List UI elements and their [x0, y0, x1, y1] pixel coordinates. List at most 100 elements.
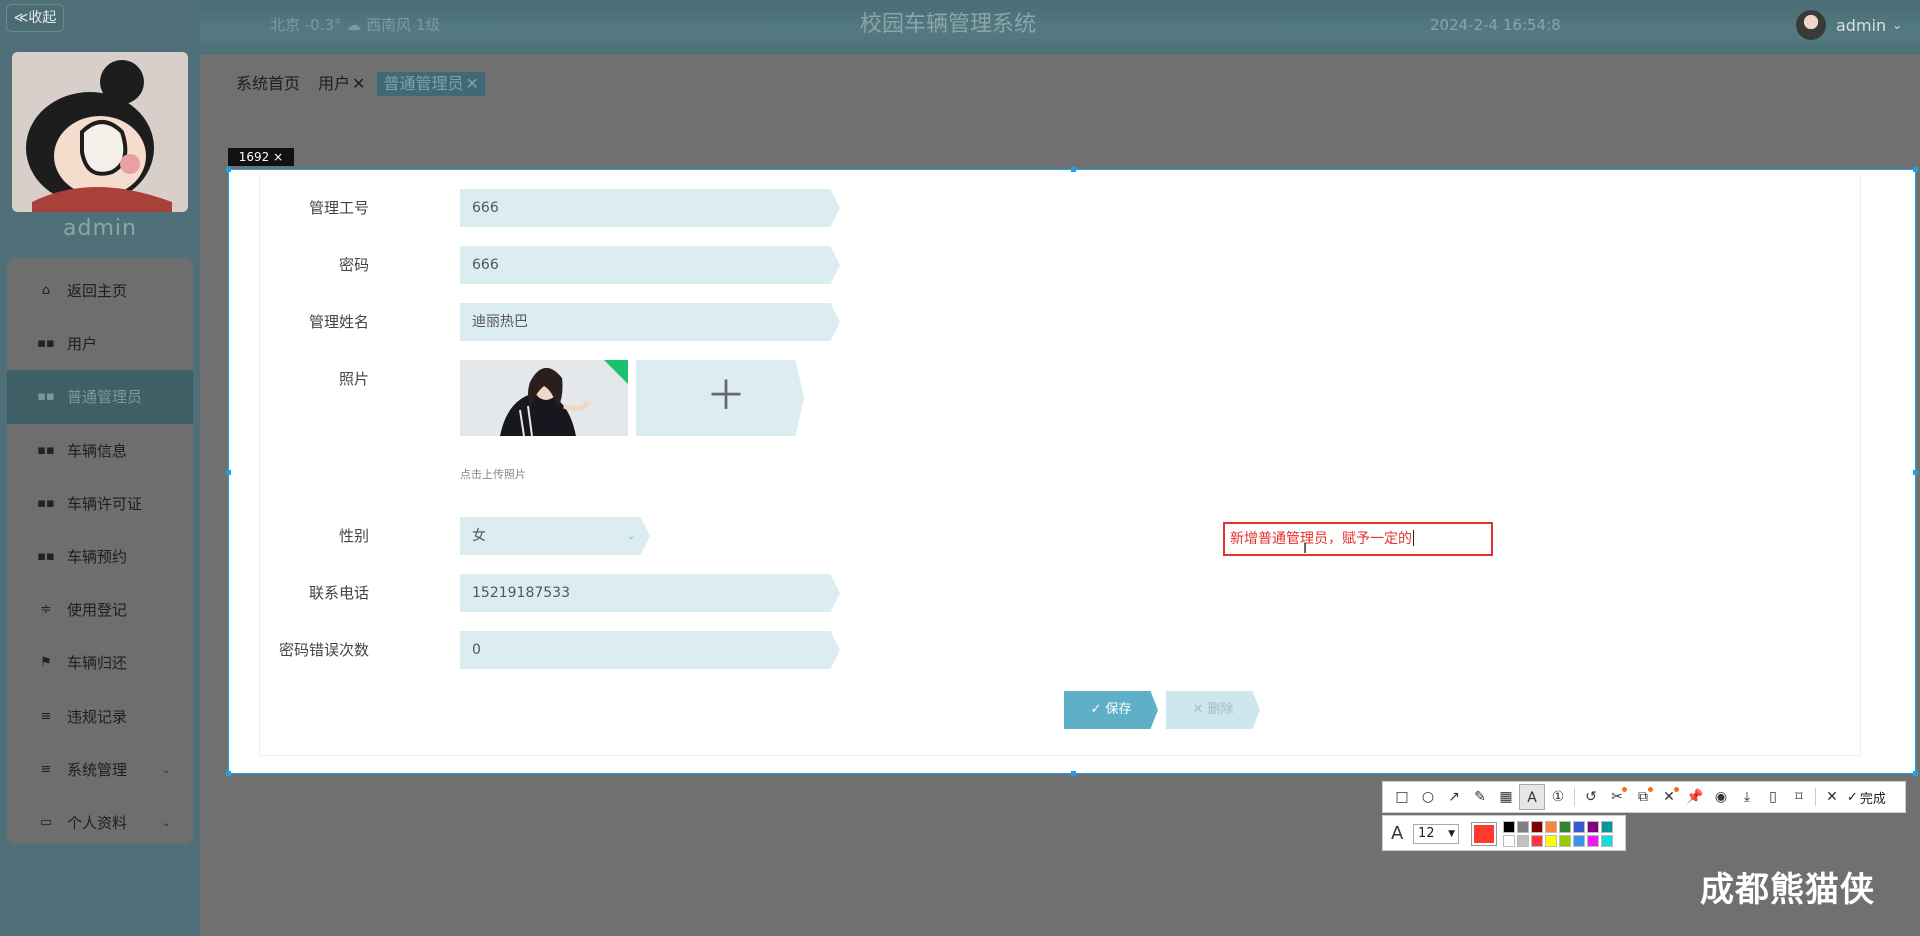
color-swatch[interactable]: [1587, 835, 1599, 847]
resize-handle[interactable]: [1913, 771, 1918, 776]
pin-icon[interactable]: 📌: [1682, 784, 1708, 810]
sidebar-item-label: 违规记录: [67, 707, 128, 726]
upload-photo-button[interactable]: ＋: [636, 360, 804, 436]
grid-icon: ▪▪: [37, 495, 55, 511]
gender-select[interactable]: 女 ⌄: [460, 517, 650, 555]
sidebar-item[interactable]: ≑ 使用登记: [7, 583, 193, 636]
save-button[interactable]: ✓ 保存: [1064, 691, 1158, 729]
bookmark-icon[interactable]: ⌑: [1786, 784, 1812, 810]
form-row-admin-no: 管理工号 666: [260, 189, 1160, 227]
font-size-select[interactable]: 12 ▼: [1413, 824, 1459, 844]
tab-label: 系统首页: [236, 74, 301, 93]
admin-no-field[interactable]: 666: [460, 189, 840, 227]
user-menu[interactable]: admin ⌄: [1796, 10, 1902, 40]
sidebar-item[interactable]: ▪▪ 车辆许可证: [7, 477, 193, 530]
color-swatch[interactable]: [1503, 821, 1515, 833]
chevron-down-icon: ⌄: [1892, 18, 1903, 32]
user-name: admin: [1836, 15, 1887, 35]
caret-down-icon: ▼: [1448, 829, 1455, 839]
color-swatch[interactable]: [1531, 835, 1543, 847]
translate-icon[interactable]: ✕: [1656, 784, 1682, 810]
mosaic-tool-icon[interactable]: ▦: [1493, 784, 1519, 810]
tab-label: 用户: [318, 74, 351, 93]
grid-icon: ▪▪: [37, 389, 55, 405]
text-caret: [1413, 530, 1414, 546]
upload-hint: 点击上传照片: [460, 468, 526, 481]
sidebar-item[interactable]: ≡ 违规记录: [7, 690, 193, 743]
color-swatch[interactable]: [1601, 835, 1613, 847]
pen-tool-icon[interactable]: ✎: [1467, 784, 1493, 810]
sidebar-item[interactable]: ▪▪ 车辆预约: [7, 530, 193, 583]
color-swatch[interactable]: [1559, 821, 1571, 833]
sidebar-item[interactable]: ⌂ 返回主页: [7, 264, 193, 317]
resize-handle[interactable]: [1071, 771, 1076, 776]
record-icon[interactable]: ◉: [1708, 784, 1734, 810]
flag-icon: ⚑: [40, 655, 52, 671]
arrow-tool-icon[interactable]: ↗: [1441, 784, 1467, 810]
delete-button[interactable]: ✕ 删除: [1166, 691, 1260, 729]
color-swatch[interactable]: [1573, 821, 1585, 833]
color-swatch[interactable]: [1601, 821, 1613, 833]
color-palette: [1503, 821, 1613, 847]
ocr-icon[interactable]: ⧉: [1630, 784, 1656, 810]
sidebar: ≪收起 admin ⌂ 返回主页 ▪▪ 用户 ▪▪ 普通管理员 ▪▪ 车辆信息 ▪▪ 车辆许可证 ▪…: [0, 0, 200, 936]
current-color-swatch[interactable]: [1471, 822, 1497, 846]
page-tab[interactable]: 系统首页: [230, 72, 306, 96]
resize-handle[interactable]: [1071, 167, 1076, 172]
sidebar-item[interactable]: ▭ 个人资料 ⌄: [7, 796, 193, 844]
form-row-name: 管理姓名 迪丽热巴: [260, 303, 1160, 341]
sidebar-item[interactable]: ▪▪ 普通管理员: [7, 370, 193, 424]
ellipse-tool-icon[interactable]: ○: [1415, 784, 1441, 810]
name-field[interactable]: 迪丽热巴: [460, 303, 840, 341]
scissors-icon[interactable]: ✂: [1604, 784, 1630, 810]
admin-form: 管理工号 666 密码 666 管理姓名 迪丽热巴 照片 ＋ 点击上传照片 性别…: [259, 176, 1861, 756]
resize-handle[interactable]: [1913, 470, 1918, 475]
tab-bar: 系统首页 用户 ✕ 普通管理员 ✕: [230, 72, 485, 96]
close-icon[interactable]: ✕: [352, 74, 365, 93]
number-tool-icon[interactable]: ①: [1545, 784, 1571, 810]
sidebar-item[interactable]: ⚑ 车辆归还: [7, 636, 193, 689]
undo-icon[interactable]: ↺: [1578, 784, 1604, 810]
color-swatch[interactable]: [1545, 821, 1557, 833]
color-swatch[interactable]: [1531, 821, 1543, 833]
field-label: 密码错误次数: [278, 641, 369, 659]
rectangle-tool-icon[interactable]: □: [1389, 784, 1415, 810]
color-swatch[interactable]: [1545, 835, 1557, 847]
done-button[interactable]: ✓ 完成: [1847, 788, 1886, 807]
color-swatch[interactable]: [1587, 821, 1599, 833]
pwd-errors-field[interactable]: 0: [460, 631, 840, 669]
uploaded-photo[interactable]: [460, 360, 628, 436]
phone-icon[interactable]: ▯: [1760, 784, 1786, 810]
resize-handle[interactable]: [1913, 167, 1918, 172]
sidebar-item[interactable]: ≡ 系统管理 ⌄: [7, 743, 193, 796]
sidebar-item[interactable]: ▪▪ 用户: [7, 317, 193, 370]
font-icon: A: [1391, 823, 1404, 844]
text-tool-icon[interactable]: A: [1519, 784, 1545, 810]
sidebar-item-label: 使用登记: [67, 601, 128, 620]
color-swatch[interactable]: [1573, 835, 1585, 847]
sidebar-item[interactable]: ▪▪ 车辆信息: [7, 424, 193, 477]
phone-field[interactable]: 15219187533: [460, 574, 840, 612]
font-size-value: 12: [1418, 826, 1435, 841]
resize-handle[interactable]: [226, 470, 231, 475]
close-icon[interactable]: ✕: [1819, 784, 1845, 810]
resize-handle[interactable]: [226, 167, 231, 172]
close-icon[interactable]: ✕: [465, 74, 478, 93]
download-icon[interactable]: ⤓: [1734, 784, 1760, 810]
page-tab[interactable]: 普通管理员 ✕: [377, 72, 485, 96]
grid-icon: ▪▪: [37, 336, 55, 352]
page-tab[interactable]: 用户 ✕: [312, 72, 371, 96]
password-field[interactable]: 666: [460, 246, 840, 284]
top-header: 北京 -0.3° ☁ 西南风 1级 校园车辆管理系统 2024-2-4 16:5…: [200, 0, 1920, 54]
text-annotation[interactable]: 新增普通管理员，赋予一定的: [1223, 522, 1493, 556]
resize-handle[interactable]: [226, 771, 231, 776]
color-swatch[interactable]: [1517, 835, 1529, 847]
check-icon: ✓: [1847, 789, 1858, 805]
color-swatch[interactable]: [1517, 821, 1529, 833]
user-avatar: [1796, 10, 1826, 40]
color-swatch[interactable]: [1559, 835, 1571, 847]
collapse-button[interactable]: ≪收起: [6, 4, 64, 32]
color-swatch[interactable]: [1503, 835, 1515, 847]
field-label: 照片: [338, 370, 369, 388]
capture-region[interactable]: 管理工号 666 密码 666 管理姓名 迪丽热巴 照片 ＋ 点击上传照片 性别…: [226, 167, 1918, 776]
